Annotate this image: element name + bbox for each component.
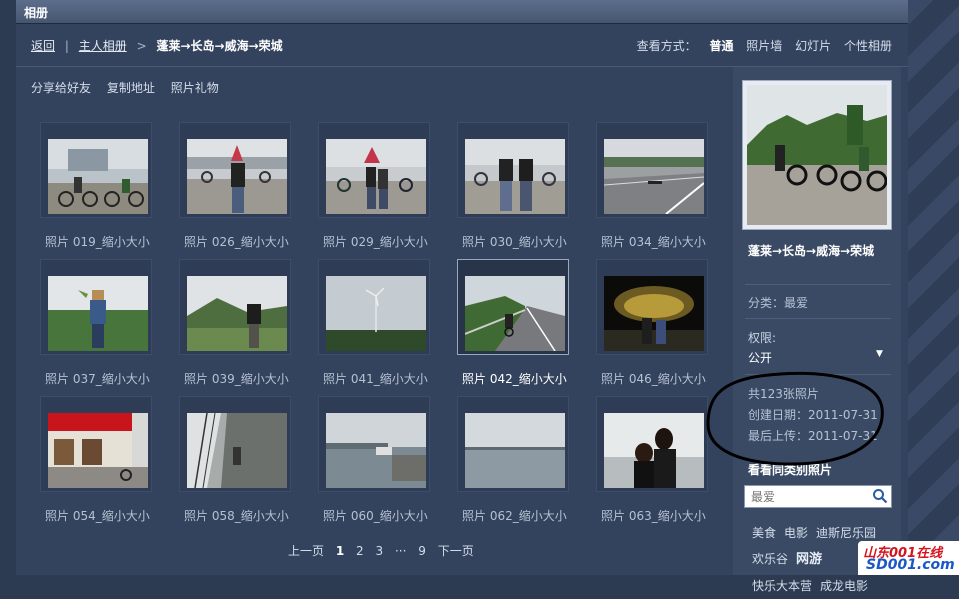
photo-thumbnail[interactable] xyxy=(326,276,426,351)
page-link-3[interactable]: 3 xyxy=(376,544,384,558)
search-icon[interactable] xyxy=(872,488,888,504)
pagination: 上一页 1 2 3 ··· 9 下一页 xyxy=(288,542,482,559)
toolbar: 返回 | 主人相册 > 蓬莱→长岛→威海→荣城 查看方式： 普通 照片墙 幻灯片… xyxy=(16,24,908,67)
photo-thumbnail[interactable] xyxy=(604,276,704,351)
photo-caption[interactable]: 照片 034_缩小大小 xyxy=(601,233,721,250)
photo-thumbnail[interactable] xyxy=(465,413,565,488)
album-title: 蓬莱→长岛→威海→荣城 xyxy=(748,244,875,258)
category-search-input[interactable] xyxy=(749,488,871,506)
tag-link[interactable]: 美食 xyxy=(752,526,776,540)
photo-gift-link[interactable]: 照片礼物 xyxy=(171,81,219,95)
photo-thumbnail[interactable] xyxy=(465,139,565,214)
photo-caption[interactable]: 照片 054_缩小大小 xyxy=(45,507,165,524)
copy-address-link[interactable]: 复制地址 xyxy=(107,81,155,95)
photo-thumbnail[interactable] xyxy=(604,139,704,214)
share-link[interactable]: 分享给好友 xyxy=(31,81,91,95)
tag-link[interactable]: 快乐大本营 xyxy=(752,579,812,593)
annotation-circle xyxy=(706,371,884,466)
view-mode-custom[interactable]: 个性相册 xyxy=(844,39,892,53)
breadcrumb: 返回 | 主人相册 > 蓬莱→长岛→威海→荣城 xyxy=(31,37,283,54)
photo-thumbnail[interactable] xyxy=(187,413,287,488)
photo-thumbnail[interactable] xyxy=(187,139,287,214)
photo-caption[interactable]: 照片 039_缩小大小 xyxy=(184,370,304,387)
category-search-box xyxy=(744,485,892,508)
photo-caption[interactable]: 照片 029_缩小大小 xyxy=(323,233,443,250)
photo-caption[interactable]: 照片 060_缩小大小 xyxy=(323,507,443,524)
view-mode-normal[interactable]: 普通 xyxy=(709,39,733,53)
dropdown-arrow-icon[interactable]: ▼ xyxy=(876,349,883,359)
photo-caption[interactable]: 照片 026_缩小大小 xyxy=(184,233,304,250)
next-page-link[interactable]: 下一页 xyxy=(438,544,474,558)
photo-thumbnail[interactable] xyxy=(48,413,148,488)
window-titlebar: 相册 xyxy=(16,0,908,24)
album-category: 分类：最爱 xyxy=(748,296,809,310)
divider xyxy=(745,318,891,319)
breadcrumb-separator: | xyxy=(64,39,69,53)
view-mode-switcher: 查看方式： 普通 照片墙 幻灯片 个性相册 xyxy=(637,37,892,54)
view-mode-wall[interactable]: 照片墙 xyxy=(746,39,782,53)
photo-caption[interactable]: 照片 041_缩小大小 xyxy=(323,370,443,387)
photo-caption[interactable]: 照片 030_缩小大小 xyxy=(462,233,582,250)
photo-thumbnail[interactable] xyxy=(187,276,287,351)
permission-label: 权限: xyxy=(748,331,777,345)
back-link[interactable]: 返回 xyxy=(31,39,55,53)
album-name: 蓬莱→长岛→威海→荣城 xyxy=(156,39,283,53)
window-title: 相册 xyxy=(24,6,49,20)
album-cover-frame xyxy=(742,80,892,230)
photo-caption[interactable]: 照片 062_缩小大小 xyxy=(462,507,582,524)
permission-select[interactable]: 公开 xyxy=(748,349,772,366)
photo-thumbnail[interactable] xyxy=(326,413,426,488)
divider xyxy=(745,284,891,285)
photo-caption[interactable]: 照片 037_缩小大小 xyxy=(45,370,165,387)
photo-caption[interactable]: 照片 042_缩小大小 xyxy=(462,370,582,387)
photo-thumbnail[interactable] xyxy=(48,276,148,351)
page-link-9[interactable]: 9 xyxy=(418,544,426,558)
tag-link[interactable]: 迪斯尼乐园 xyxy=(816,526,876,540)
tag-link[interactable]: 成龙电影 xyxy=(820,579,868,593)
page-link-1[interactable]: 1 xyxy=(336,544,344,558)
background-pattern xyxy=(908,0,959,575)
photo-caption[interactable]: 照片 058_缩小大小 xyxy=(184,507,304,524)
photo-thumbnail[interactable] xyxy=(326,139,426,214)
album-actions: 分享给好友 复制地址 照片礼物 xyxy=(31,79,231,96)
page-link-2[interactable]: 2 xyxy=(356,544,364,558)
owner-album-link[interactable]: 主人相册 xyxy=(79,39,127,53)
site-watermark: 山东001在线 SD001.com xyxy=(858,541,959,575)
chevron-right-icon: > xyxy=(136,39,147,53)
photo-thumbnail[interactable] xyxy=(48,139,148,214)
pager-ellipsis: ··· xyxy=(394,544,407,558)
photo-caption[interactable]: 照片 019_缩小大小 xyxy=(45,233,165,250)
tag-link[interactable]: 网游 xyxy=(796,552,822,567)
watermark-domain: SD001.com xyxy=(866,557,955,573)
prev-page-link[interactable]: 上一页 xyxy=(288,544,324,558)
tag-link[interactable]: 欢乐谷 xyxy=(752,552,788,566)
view-mode-label: 查看方式： xyxy=(636,39,697,53)
tag-link[interactable]: 电影 xyxy=(784,526,808,540)
photo-thumbnail[interactable] xyxy=(465,276,565,351)
photo-caption[interactable]: 照片 063_缩小大小 xyxy=(601,507,721,524)
photo-thumbnail[interactable] xyxy=(604,413,704,488)
view-mode-slideshow[interactable]: 幻灯片 xyxy=(795,39,831,53)
album-cover[interactable] xyxy=(747,85,887,225)
